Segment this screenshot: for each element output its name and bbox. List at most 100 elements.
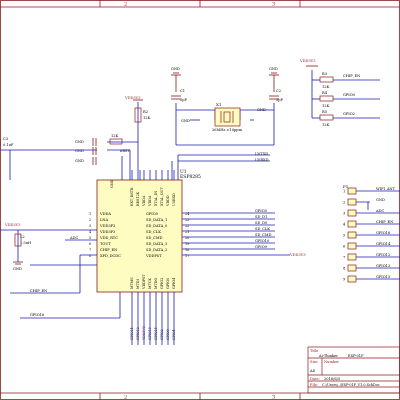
gpio2-pullup-label: GPIO2 (343, 112, 355, 116)
gnd-label: GND (257, 108, 266, 112)
date-label: Date: (310, 377, 320, 381)
header-net-label: GPIO16 (376, 231, 391, 235)
inductor-value: 1.5nH (20, 241, 31, 245)
header-pad (347, 187, 357, 195)
resistor-r4 (319, 95, 334, 102)
net-label: SD_CMD (255, 233, 272, 237)
pin-name: GND (110, 179, 114, 188)
pin-number: 3 (89, 224, 91, 228)
header-net-label: GPIO14 (376, 242, 391, 246)
schematic-sheet: 2 3 2 3 U1 ESP8285 1 VDDA2 LNA3 VDD3P34 VDD3… (0, 0, 400, 400)
resistor-ref: R4 (322, 91, 328, 95)
pin-name: RES12K (136, 191, 140, 206)
resistor-r1 (109, 138, 123, 145)
net-label: GPIO5 (255, 209, 268, 213)
u0rxd-label: U0RXD (255, 158, 269, 162)
header-pin-number: 6 (343, 245, 346, 249)
header-pad (347, 220, 357, 228)
net-label: SD_D1 (255, 215, 267, 219)
pin-name: VDD3P3 (99, 224, 116, 228)
pin-name: MTMS (130, 277, 134, 289)
cap-ref: C2 (276, 89, 281, 93)
header-pin-number: 2 (343, 201, 345, 205)
crystal-x1: X1 26MHz ±10ppm (212, 102, 243, 132)
net-vdd3v3: VDD3V3 (299, 59, 316, 63)
net-label: GPIO9 (255, 245, 268, 249)
pin-name: SD_DATA_0 (146, 224, 168, 228)
pin-name: GPIO0 (166, 278, 170, 289)
pin-name: VDDA (142, 195, 146, 207)
pin-name: VDDA (148, 195, 152, 207)
resistor-r3 (319, 76, 334, 83)
vdd-label-left: VDD3V3 (4, 223, 21, 227)
capacitor-decoupling (92, 138, 97, 165)
gnd-symbol (13, 261, 23, 265)
pin-name: XTAL_OUT (160, 186, 164, 206)
resistor-ref: R2 (143, 110, 148, 114)
chip-en-pullup-label: CHIP_EN (343, 74, 360, 78)
crystal-ref: X1 (216, 102, 221, 107)
resistor-value: 12K (322, 104, 330, 108)
header-ref: P1 (343, 184, 348, 189)
pin-name: MTCK (148, 278, 152, 289)
pin-name: LNA (100, 218, 109, 222)
net-label: GPIO10 (255, 239, 270, 243)
header-pin-number: 3 (343, 212, 346, 216)
pin-number: 1 (89, 212, 91, 216)
pin-number: 6 (89, 242, 91, 246)
pin-name: SD_DATA_1 (146, 218, 167, 222)
header-net-label: GND (376, 198, 385, 202)
header-net-label: GPIO15 (376, 275, 391, 279)
pin-number: 4 (89, 230, 91, 234)
pin-number: 2 (89, 218, 91, 222)
cap-value: 5pF (180, 98, 188, 102)
header-pin-number: 8 (343, 267, 346, 271)
header-pad (347, 275, 357, 283)
gnd-label: GND (171, 67, 180, 71)
pin-name: MTDO (154, 278, 158, 289)
wires (0, 70, 400, 319)
pin-name: VDDD (166, 195, 170, 207)
size-label: Size (310, 360, 318, 364)
header-net-label: WIFI_ANT (376, 187, 396, 191)
pin-number: 7 (89, 248, 91, 252)
pin-name: VDD3P3 (99, 230, 116, 234)
pin-name: CHIP_EN (100, 248, 117, 252)
pin-name: SD_DATA_2 (146, 248, 167, 252)
header-net-label: CHIP_EN (376, 220, 393, 224)
net-label: SD_CLK (255, 227, 270, 231)
header-pin-number: 7 (343, 256, 346, 260)
zone-number: 2 (124, 395, 127, 400)
pin-name: VDD_RTC (99, 236, 118, 240)
header-pin-number: 5 (343, 234, 346, 238)
title-company: Ai-Thinker (318, 354, 338, 358)
file-value: C:\Users\..\ESP-01F_V1.0.SchDoc (322, 383, 380, 387)
header-pin-number: 4 (343, 223, 346, 227)
adc-label: ADC (69, 236, 78, 240)
crystal-spec: 26MHz ±10ppm (212, 128, 243, 132)
vdd3v3-right-label: VDD3V3 (289, 253, 306, 257)
gnd-label: GND (13, 267, 22, 271)
number-label: Number (324, 360, 339, 364)
header-pin-number: 9 (343, 278, 346, 282)
cap-ref: C1 (180, 89, 185, 93)
pin-name: VDDPST (142, 274, 146, 290)
pin-name: U0RXD (172, 193, 176, 206)
header-pad (347, 242, 357, 250)
u1-part: ESP8285 (180, 174, 201, 180)
gpio0-pullup-label: GPIO0 (343, 93, 356, 97)
resistor-ref: R3 (322, 72, 328, 76)
title-label: Title (310, 349, 318, 353)
u0txd-label: U0TXD (255, 152, 268, 156)
header-net-label: ADC (375, 209, 384, 213)
resistor-value: 12K (322, 123, 330, 127)
pin-number: 5 (89, 236, 91, 240)
resistor-value: 12K (111, 134, 119, 138)
gnd-label: GND (269, 67, 278, 71)
header-pin-number: 1 (343, 190, 345, 194)
gnd-label: GND (75, 149, 84, 153)
date-value: 2018/6/5 (324, 377, 341, 381)
gnd-label: GND (181, 119, 190, 123)
pin-name: VDDPST (145, 254, 162, 258)
zone-number: 2 (124, 2, 127, 8)
